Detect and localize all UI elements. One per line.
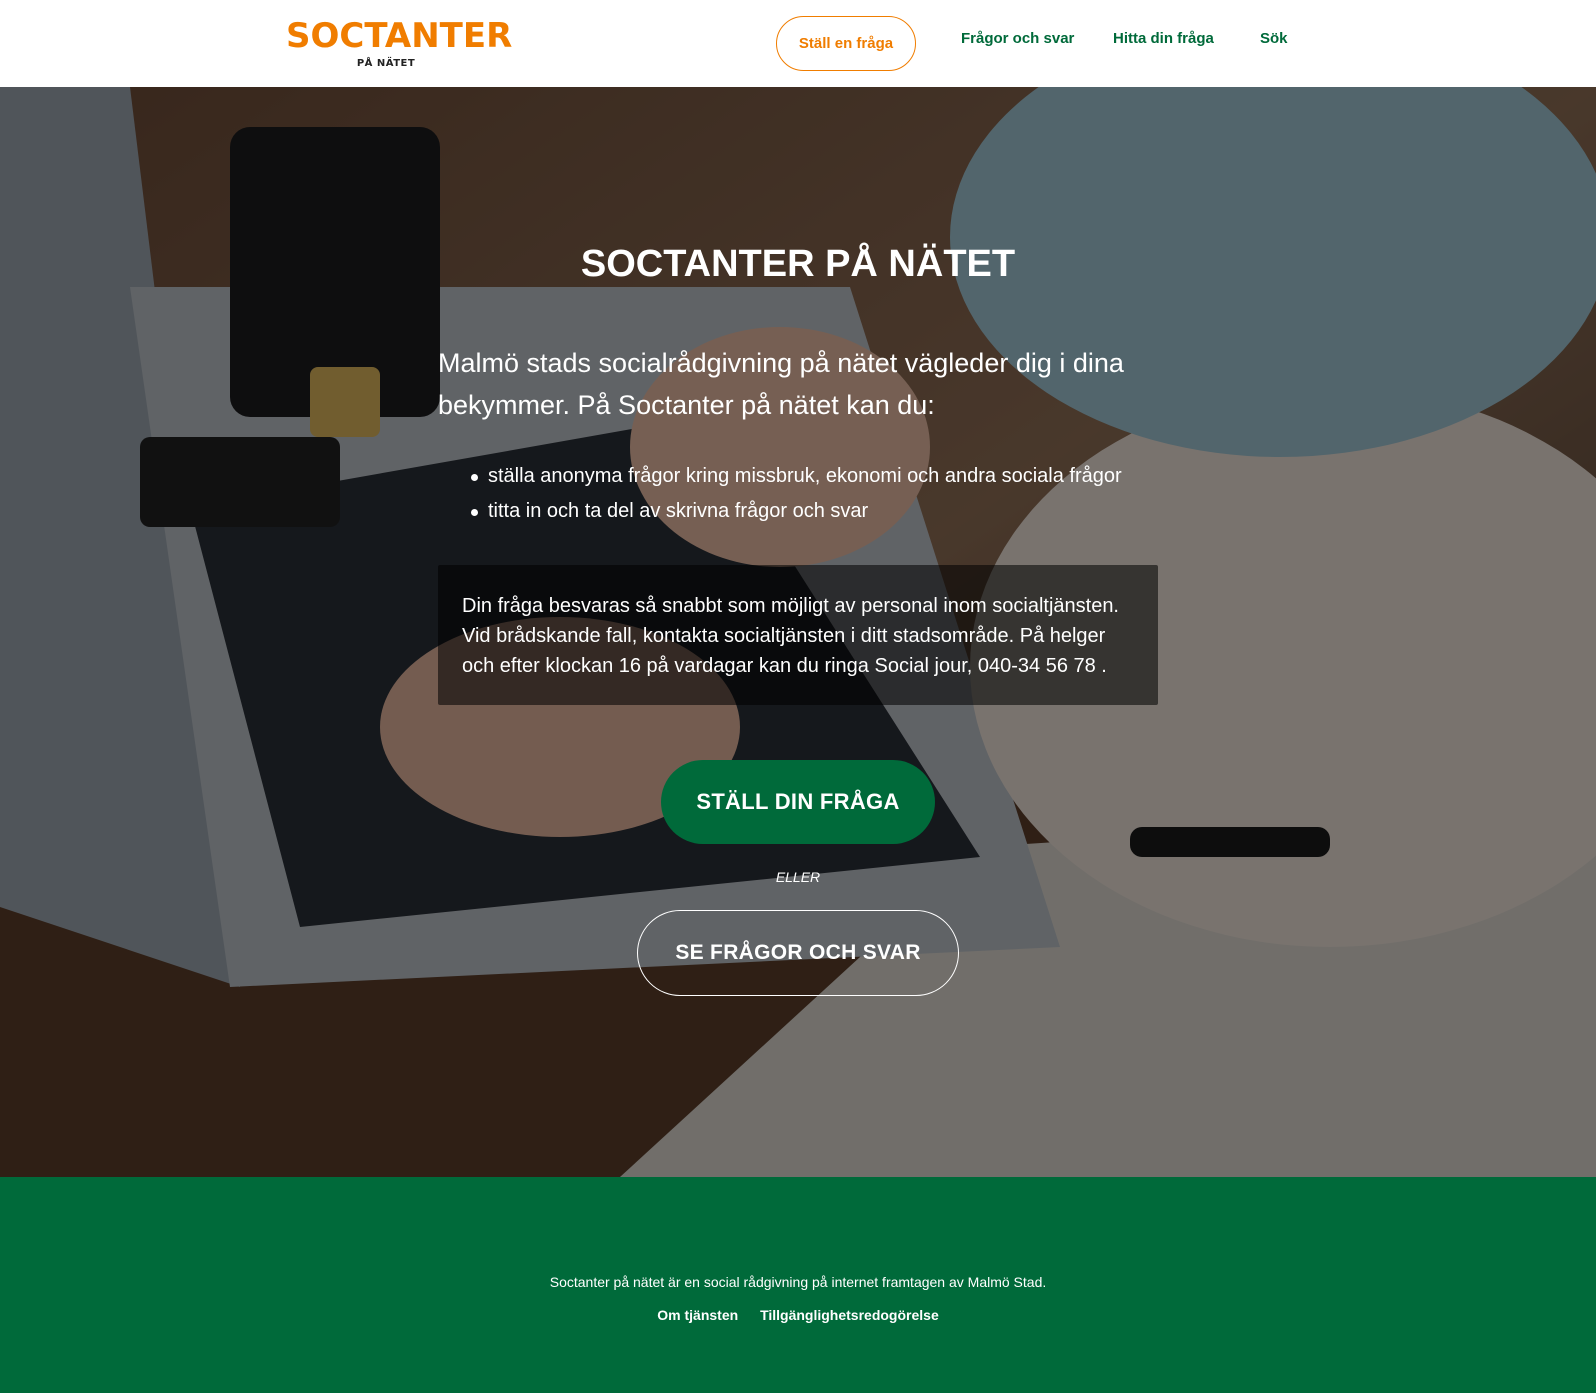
list-item: titta in och ta del av skrivna frågor oc… [471, 494, 1208, 529]
nav-questions-answers[interactable]: Frågor och svar [961, 30, 1074, 47]
footer-links: Om tjänsten Tillgänglighetsredogörelse [0, 1307, 1596, 1323]
nav-find-question[interactable]: Hitta din fråga [1113, 30, 1214, 47]
footer-link-accessibility[interactable]: Tillgänglighetsredogörelse [760, 1307, 939, 1323]
site-footer: Soctanter på nätet är en social rådgivni… [0, 1177, 1596, 1393]
logo-subtitle: PÅ NÄTET [356, 58, 416, 69]
footer-link-about[interactable]: Om tjänsten [657, 1307, 738, 1323]
ask-question-nav-button[interactable]: Ställ en fråga [776, 16, 916, 71]
feature-list: ställa anonyma frågor kring missbruk, ek… [471, 459, 1208, 529]
hero-section: SOCTANTER PÅ NÄTET Malmö stads socialråd… [0, 87, 1596, 1177]
ask-question-button[interactable]: STÄLL DIN FRÅGA [661, 760, 935, 844]
hero-intro: Malmö stads socialrådgivning på nätet vä… [438, 348, 1124, 420]
or-label: ELLER [775, 869, 821, 885]
logo-title: SOCTANTER [286, 16, 513, 56]
info-box: Din fråga besvaras så snabbt som möjligt… [438, 565, 1158, 705]
site-logo[interactable]: SOCTANTER PÅ NÄTET [286, 16, 513, 69]
footer-description: Soctanter på nätet är en social rådgivni… [549, 1274, 1047, 1290]
site-header: SOCTANTER PÅ NÄTET Ställ en fråga Frågor… [0, 0, 1596, 87]
list-item: ställa anonyma frågor kring missbruk, ek… [471, 459, 1208, 494]
hero-title: SOCTANTER PÅ NÄTET [580, 243, 1016, 285]
info-text: Din fråga besvaras så snabbt som möjligt… [462, 595, 1119, 677]
see-questions-button[interactable]: SE FRÅGOR OCH SVAR [637, 910, 959, 996]
nav-search[interactable]: Sök [1260, 30, 1288, 47]
